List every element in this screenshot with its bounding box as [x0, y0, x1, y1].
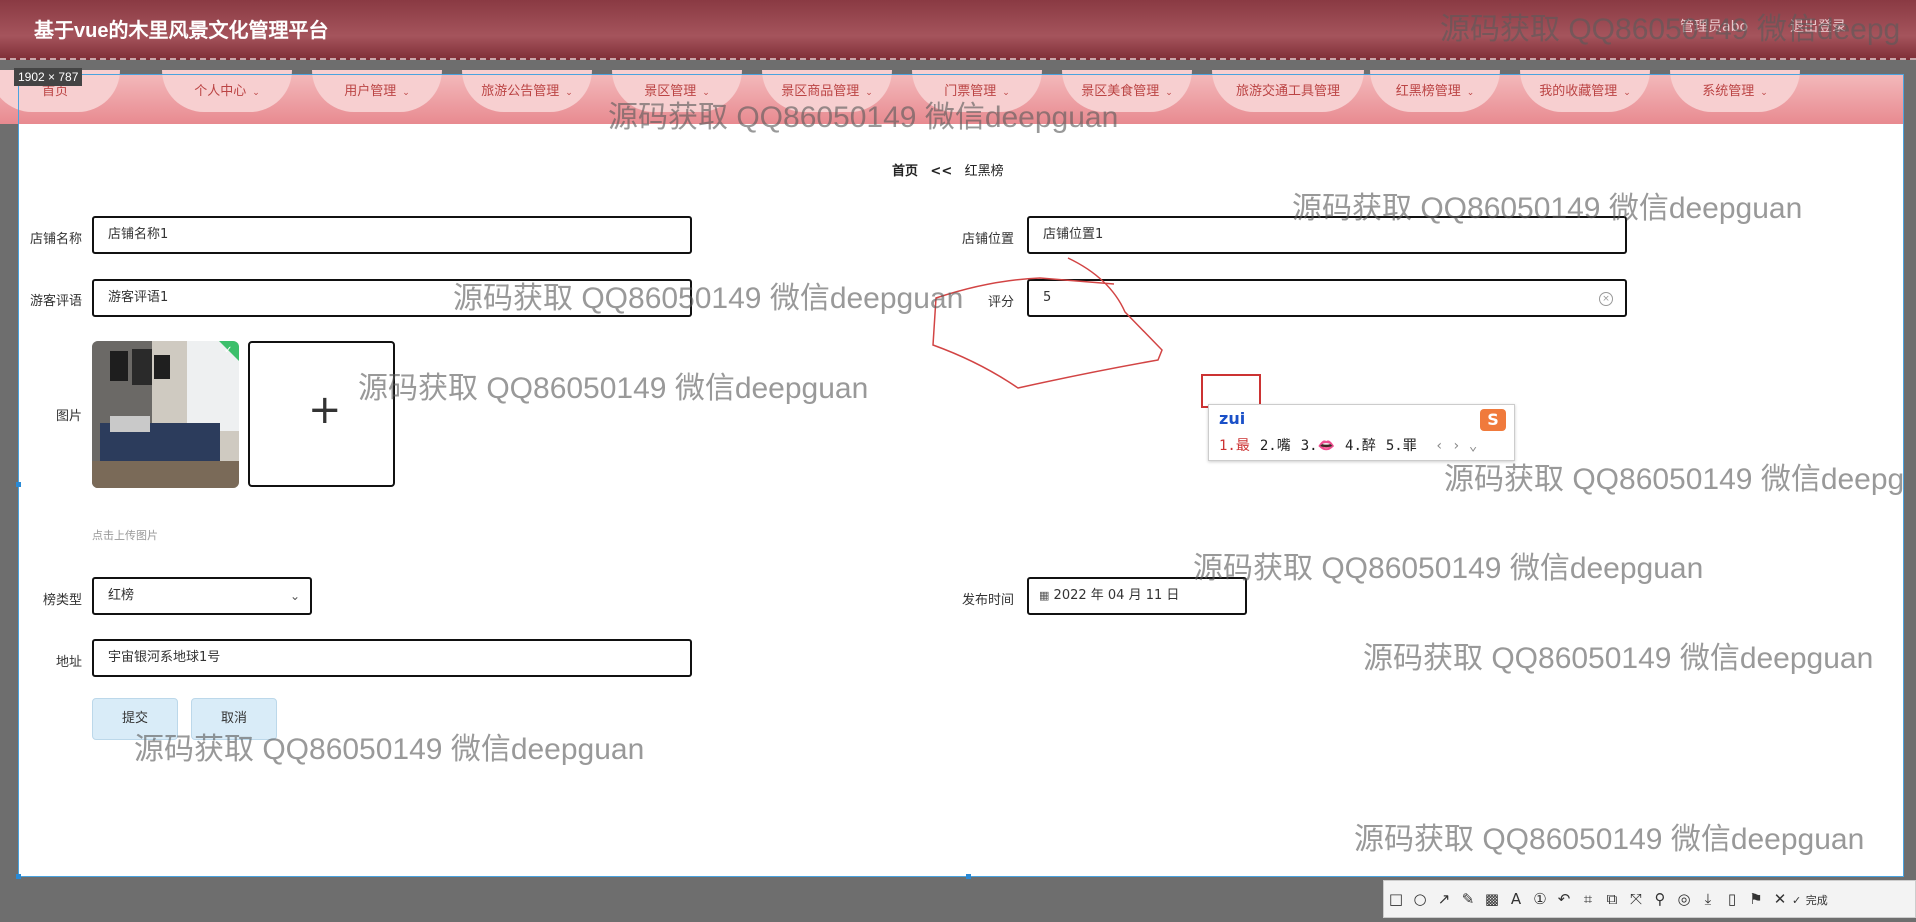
svg-text:✓: ✓	[224, 345, 232, 356]
nav-item-notices[interactable]: 旅游公告管理 ⌄	[462, 70, 592, 112]
ime-candidate-window: zui 1.最 2.嘴 3.👄 4.醉 5.罪 ‹ › ⌄ S	[1208, 404, 1515, 461]
ime-candidate[interactable]: 5.罪	[1386, 438, 1417, 454]
plus-icon: +	[308, 387, 342, 433]
pin2-icon[interactable]: ⚲	[1648, 881, 1672, 917]
image-label: 图片	[55, 409, 82, 424]
nav-item-system[interactable]: 系统管理 ⌄	[1670, 70, 1800, 112]
nav-item-redblack[interactable]: 红黑榜管理 ⌄	[1370, 70, 1500, 112]
watermark: 源码获取 QQ86050149 微信deepguan	[358, 372, 869, 405]
address-label: 地址	[55, 655, 82, 670]
phone-icon[interactable]: ▯	[1720, 881, 1744, 917]
clear-icon[interactable]: ×	[1599, 292, 1613, 306]
ime-nav-icon[interactable]: ‹ › ⌄	[1435, 438, 1477, 454]
done-label: 完成	[1805, 894, 1828, 907]
watermark: 源码获取 QQ86050149 微信deepg	[1440, 13, 1901, 46]
crop-icon[interactable]: ⌗	[1576, 881, 1600, 917]
nav-item-transport[interactable]: 旅游交通工具管理	[1212, 70, 1364, 112]
shop-name-input[interactable]: 店铺名称1	[92, 216, 692, 254]
calendar-icon: ▦	[1039, 589, 1050, 602]
resize-handle[interactable]	[966, 874, 971, 879]
arrow-icon[interactable]: ↗	[1432, 881, 1456, 917]
shop-name-label: 店铺名称	[29, 232, 82, 247]
pen-icon[interactable]: ✎	[1456, 881, 1480, 917]
publish-time-label: 发布时间	[961, 593, 1014, 608]
ime-candidate[interactable]: 3.👄	[1301, 438, 1335, 454]
ellipse-icon[interactable]: ○	[1408, 881, 1432, 917]
ime-candidates: 1.最 2.嘴 3.👄 4.醉 5.罪 ‹ › ⌄	[1219, 435, 1487, 455]
resize-handle[interactable]	[16, 874, 21, 879]
breadcrumb-current: 红黑榜	[964, 164, 1004, 179]
done-button[interactable]: ✓ 完成	[1792, 883, 1829, 919]
watermark: 源码获取 QQ86050149 微信deepguan	[1363, 642, 1874, 675]
ime-logo-icon: S	[1480, 409, 1506, 431]
resize-handle[interactable]	[16, 482, 21, 487]
nav-item-users[interactable]: 用户管理 ⌄	[312, 70, 442, 112]
watermark: 源码获取 QQ86050149 微信deepguan	[1354, 823, 1865, 856]
number-icon[interactable]: ①	[1528, 881, 1552, 917]
watermark: 源码获取 QQ86050149 微信deepguan	[134, 733, 645, 766]
nav-item-personal[interactable]: 个人中心 ⌄	[162, 70, 292, 112]
watermark: 源码获取 QQ86050149 微信deepguan	[1292, 192, 1803, 225]
close-icon[interactable]: ✕	[1768, 881, 1792, 917]
list-type-value: 红榜	[108, 588, 135, 603]
ime-caret-box	[1201, 374, 1261, 408]
ime-typed-text: zui	[1219, 409, 1246, 428]
ocr-icon[interactable]: ◎	[1672, 881, 1696, 917]
list-type-select[interactable]: 红榜 ⌄	[92, 577, 312, 615]
bedroom-photo-icon: ✓	[92, 341, 239, 488]
capture-toolbar: □ ○ ↗ ✎ ▩ A ① ↶ ⌗ ⧉ ⤧ ⚲ ◎ ⤓ ▯ ⚑ ✕ ✓ 完成	[1383, 880, 1916, 918]
address-input[interactable]: 宇宙银河系地球1号	[92, 639, 692, 677]
nav-item-favorites[interactable]: 我的收藏管理 ⌄	[1520, 70, 1650, 112]
undo-icon[interactable]: ↶	[1552, 881, 1576, 917]
list-type-label: 榜类型	[42, 593, 82, 608]
shop-location-label: 店铺位置	[961, 232, 1014, 247]
uploaded-photo[interactable]: ✓	[92, 341, 239, 488]
rectangle-icon[interactable]: □	[1384, 881, 1408, 917]
pin-icon[interactable]: ⤧	[1624, 881, 1648, 917]
app-title: 基于vue的木里风景文化管理平台	[34, 20, 329, 42]
text-icon[interactable]: A	[1504, 881, 1528, 917]
save-icon[interactable]: ⤓	[1696, 881, 1720, 917]
review-label: 游客评语	[29, 294, 82, 309]
breadcrumb: 首页 << 红黑榜	[892, 160, 1004, 179]
upload-hint: 点击上传图片	[92, 529, 158, 542]
ime-candidate[interactable]: 2.嘴	[1260, 438, 1291, 454]
watermark: 源码获取 QQ86050149 微信deepguan	[453, 282, 964, 315]
capture-size-badge: 1902 × 787	[14, 68, 83, 86]
breadcrumb-separator: <<	[930, 164, 953, 179]
ime-candidate[interactable]: 1.最	[1219, 438, 1250, 454]
breadcrumb-home[interactable]: 首页	[892, 164, 918, 179]
bookmark-icon[interactable]: ⚑	[1744, 881, 1768, 917]
selection-border	[0, 58, 1916, 60]
watermark: 源码获取 QQ86050149 微信deepguan	[608, 101, 1119, 134]
copy-icon[interactable]: ⧉	[1600, 881, 1624, 917]
watermark: 源码获取 QQ86050149 微信deepguan	[1193, 552, 1704, 585]
chevron-down-icon: ⌄	[289, 589, 300, 603]
publish-time-value: 2022 年 04 月 11 日	[1053, 588, 1180, 603]
mosaic-icon[interactable]: ▩	[1480, 881, 1504, 917]
ime-candidate[interactable]: 4.醉	[1345, 438, 1376, 454]
watermark: 源码获取 QQ86050149 微信deepg	[1444, 463, 1905, 496]
